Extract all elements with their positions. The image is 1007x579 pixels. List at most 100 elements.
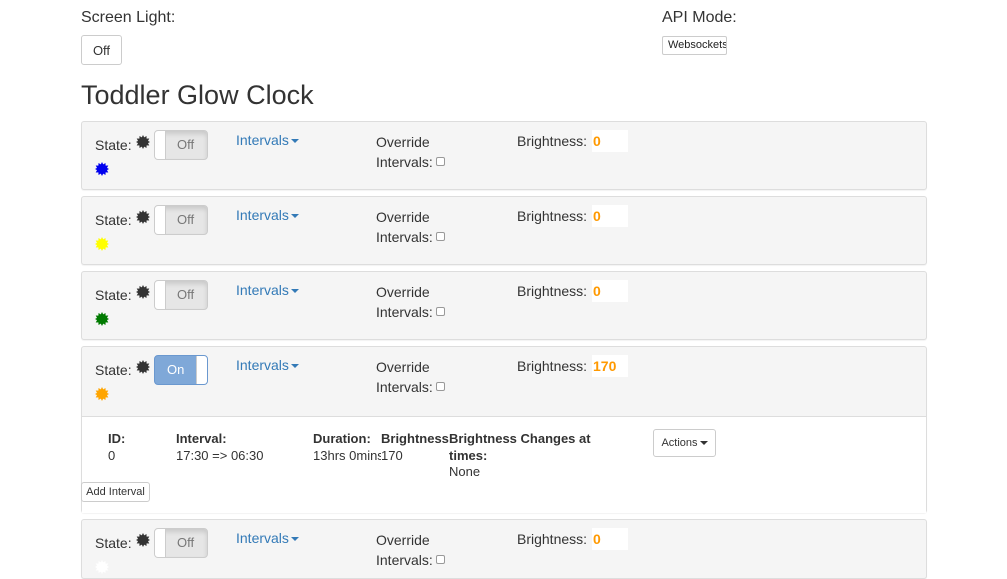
intervals-label: Intervals <box>236 530 289 546</box>
toggle-handle[interactable] <box>196 356 207 384</box>
cell-id: 0 <box>108 448 116 463</box>
caret-down-icon <box>290 139 299 144</box>
brightness-label: Brightness: <box>517 358 588 374</box>
gear-icon <box>136 285 150 299</box>
brightness-input[interactable]: 0 <box>592 205 628 227</box>
color-gear-icon <box>95 237 109 251</box>
brightness-label: Brightness: <box>517 208 588 224</box>
cell-brightness: 170 <box>381 448 403 463</box>
intervals-dropdown[interactable]: Intervals <box>236 530 299 546</box>
brightness-input[interactable]: 170 <box>592 355 628 377</box>
toggle-handle[interactable] <box>155 131 166 159</box>
interval-table: ID: Interval: Duration: Brightness: Brig… <box>81 416 926 513</box>
override-checkbox[interactable] <box>435 555 445 564</box>
brightness-input[interactable]: 0 <box>592 528 628 550</box>
actions-button[interactable]: Actions <box>653 429 716 457</box>
header-changes: Brightness Changes at times: <box>449 430 591 464</box>
cell-changes: None <box>449 464 481 479</box>
override-label-line1: Override <box>376 209 430 225</box>
header-interval: Interval: <box>176 431 227 446</box>
override-intervals: Override Intervals: <box>376 530 445 570</box>
toggle-handle[interactable] <box>155 529 166 557</box>
gear-icon <box>136 210 150 224</box>
toggle-label: Off <box>177 137 195 152</box>
screen-light-button[interactable]: Off <box>81 35 122 65</box>
caret-down-icon <box>290 537 299 542</box>
actions-label: Actions <box>661 437 698 449</box>
state-toggle[interactable]: On <box>154 355 208 385</box>
api-mode-value: Websockets <box>668 39 727 51</box>
brightness-label: Brightness: <box>517 531 588 547</box>
override-intervals: Override Intervals: <box>376 207 445 247</box>
state-label: State: <box>95 137 132 153</box>
color-gear-icon <box>95 162 109 176</box>
intervals-label: Intervals <box>236 357 289 373</box>
override-intervals: Override Intervals: <box>376 282 445 322</box>
intervals-label: Intervals <box>236 207 289 223</box>
toggle-label: Off <box>177 287 195 302</box>
override-label-line1: Override <box>376 134 430 150</box>
override-label-line2: Intervals: <box>376 379 433 395</box>
header-id: ID: <box>108 431 126 446</box>
gear-icon <box>136 533 150 547</box>
override-label-line2: Intervals: <box>376 154 433 170</box>
override-checkbox[interactable] <box>435 232 445 241</box>
brightness-input[interactable]: 0 <box>592 130 628 152</box>
state-toggle[interactable]: Off <box>154 528 208 558</box>
toggle-label: Off <box>177 535 195 550</box>
override-label-line1: Override <box>376 532 430 548</box>
brightness-input[interactable]: 0 <box>592 280 628 302</box>
toggle-label: On <box>167 362 185 377</box>
override-checkbox[interactable] <box>435 382 445 391</box>
header-changes-line1: Brightness Changes at <box>449 431 591 446</box>
page-title: Toddler Glow Clock <box>81 80 314 110</box>
state-label: State: <box>95 362 132 378</box>
override-checkbox[interactable] <box>435 157 445 166</box>
intervals-dropdown[interactable]: Intervals <box>236 357 299 373</box>
caret-down-icon <box>290 214 299 219</box>
api-mode-label: API Mode: <box>662 9 737 26</box>
toggle-handle[interactable] <box>155 281 166 309</box>
color-gear-icon <box>95 312 109 326</box>
intervals-label: Intervals <box>236 282 289 298</box>
state-label: State: <box>95 212 132 228</box>
toggle-handle[interactable] <box>155 206 166 234</box>
state-label: State: <box>95 535 132 551</box>
override-label-line1: Override <box>376 359 430 375</box>
cell-interval: 17:30 => 06:30 <box>176 448 264 463</box>
override-intervals: Override Intervals: <box>376 357 445 397</box>
screen-light-label: Screen Light: <box>81 9 176 26</box>
color-gear-icon <box>95 387 109 401</box>
intervals-dropdown[interactable]: Intervals <box>236 282 299 298</box>
override-checkbox[interactable] <box>435 307 445 316</box>
toggle-label: Off <box>177 212 195 227</box>
override-label-line1: Override <box>376 284 430 300</box>
color-gear-icon <box>95 560 109 574</box>
override-label-line2: Intervals: <box>376 229 433 245</box>
header-duration: Duration: <box>313 431 371 446</box>
light-panel: State: Off Intervals Override Intervals:… <box>81 121 927 190</box>
state-toggle[interactable]: Off <box>154 280 208 310</box>
caret-down-icon <box>290 364 299 369</box>
api-mode-select[interactable]: Websockets <box>662 36 727 55</box>
intervals-label: Intervals <box>236 132 289 148</box>
header-brightness: Brightness: <box>381 431 449 446</box>
override-label-line2: Intervals: <box>376 552 433 568</box>
caret-down-icon <box>699 441 708 446</box>
intervals-dropdown[interactable]: Intervals <box>236 207 299 223</box>
gear-icon <box>136 360 150 374</box>
light-panel: State: On Intervals Override Intervals: … <box>81 346 927 513</box>
gear-icon <box>136 135 150 149</box>
brightness-label: Brightness: <box>517 133 588 149</box>
state-toggle[interactable]: Off <box>154 130 208 160</box>
override-label-line2: Intervals: <box>376 304 433 320</box>
light-panel: State: Off Intervals Override Intervals:… <box>81 519 927 579</box>
light-panel: State: Off Intervals Override Intervals:… <box>81 271 927 340</box>
intervals-dropdown[interactable]: Intervals <box>236 132 299 148</box>
light-panel: State: Off Intervals Override Intervals:… <box>81 196 927 265</box>
add-interval-button[interactable]: Add Interval <box>81 482 150 502</box>
brightness-label: Brightness: <box>517 283 588 299</box>
state-toggle[interactable]: Off <box>154 205 208 235</box>
caret-down-icon <box>290 289 299 294</box>
header-changes-line2: times: <box>449 448 488 463</box>
